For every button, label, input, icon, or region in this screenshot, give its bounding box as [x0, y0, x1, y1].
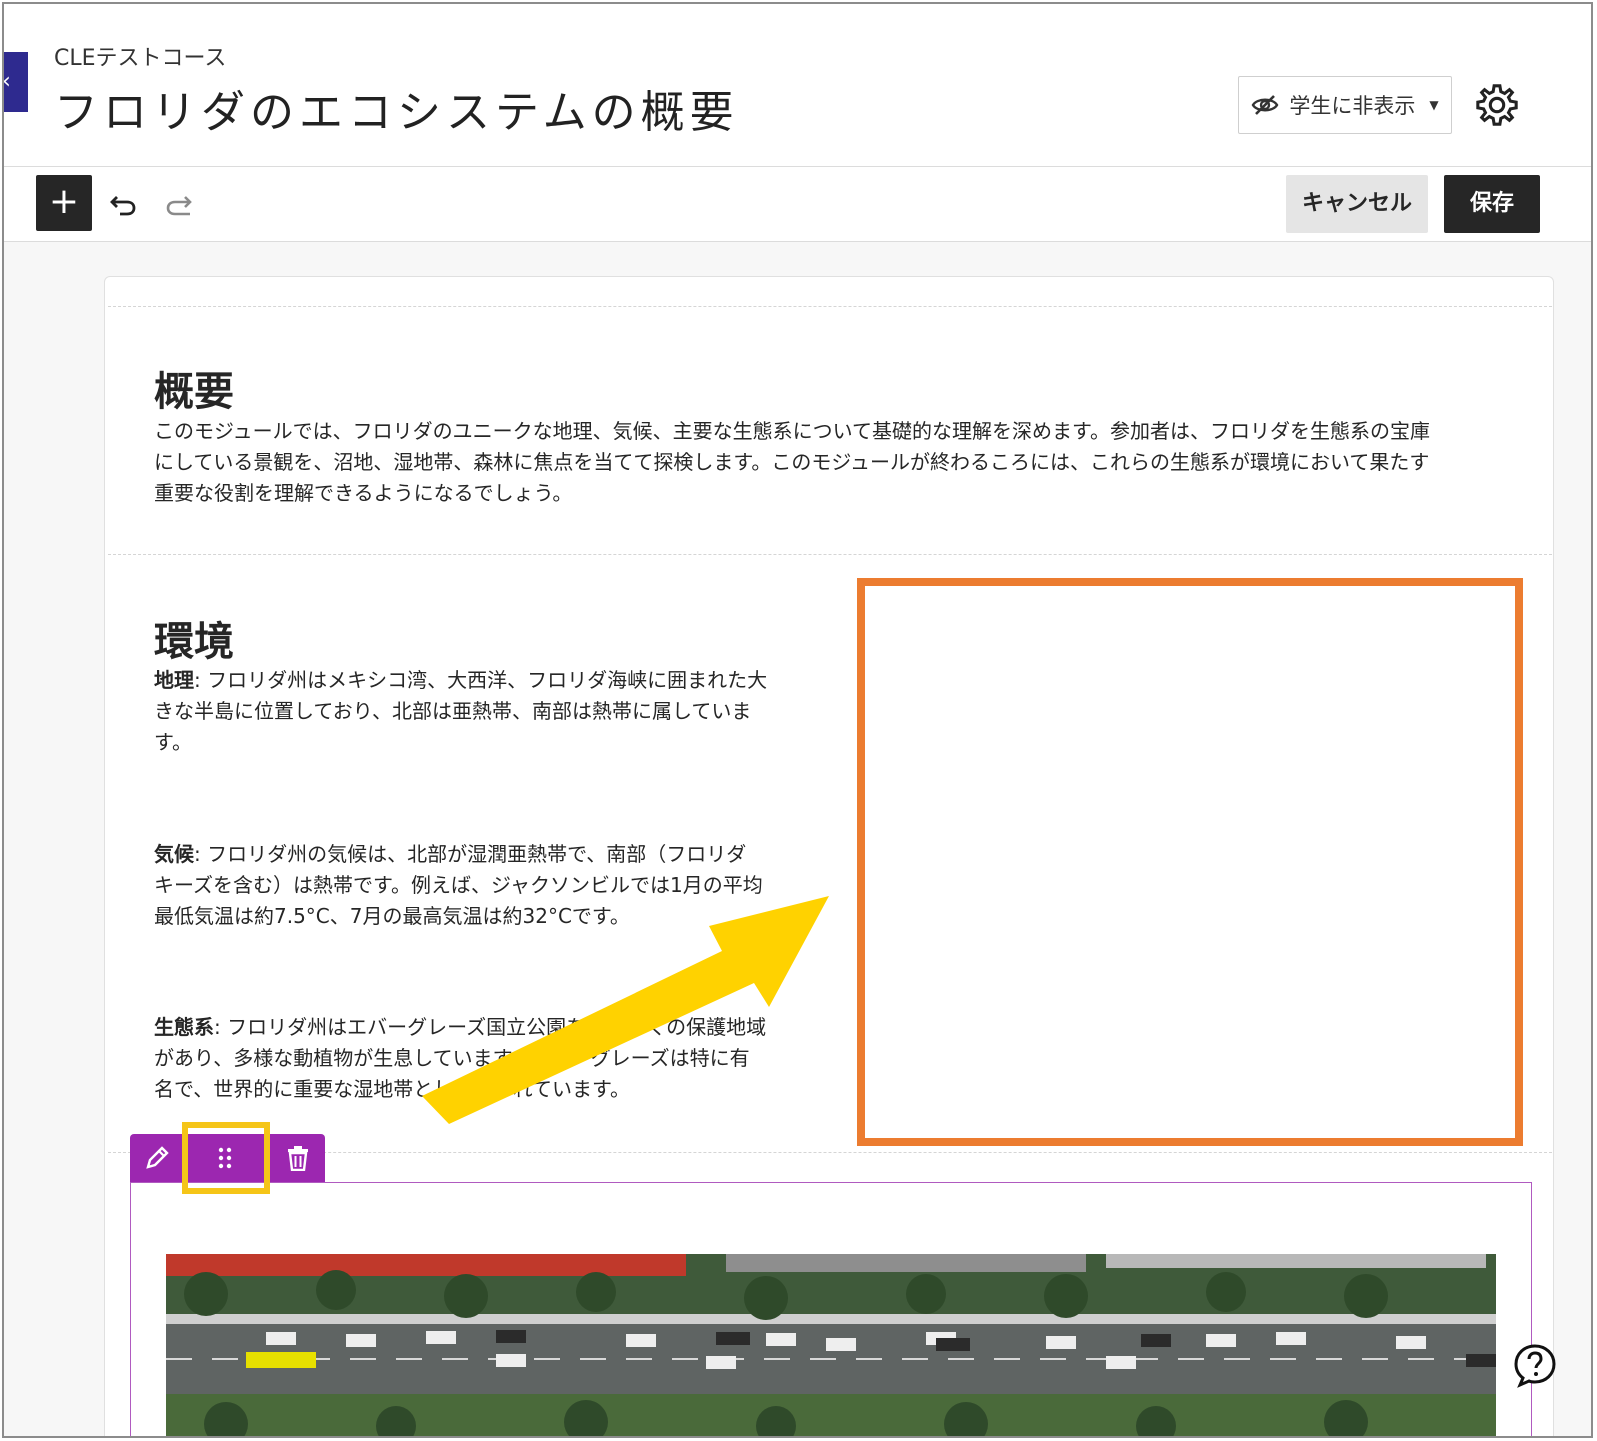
block-divider: [108, 554, 1552, 555]
overview-heading[interactable]: 概要: [154, 359, 234, 417]
edit-block-button[interactable]: [130, 1134, 184, 1182]
geography-line: す。: [154, 730, 192, 754]
ecosystem-term: 生態系: [154, 1015, 214, 1039]
trash-icon: [288, 1146, 308, 1171]
geography-line: きな半島に位置しており、北部は亜熱帯、南部は熱帯に属していま: [154, 699, 752, 723]
overview-line: このモジュールでは、フロリダのユニークな地理、気候、主要な生態系について基礎的な…: [154, 419, 1430, 443]
geography-line: : フロリダ州はメキシコ湾、大西洋、フロリダ海峡に囲まれた大: [194, 668, 768, 692]
climate-line: : フロリダ州の気候は、北部が湿潤亜熱帯で、南部（フロリダ: [194, 842, 747, 866]
gear-icon[interactable]: [1474, 82, 1520, 128]
back-icon[interactable]: ‹: [4, 52, 28, 112]
overview-text[interactable]: このモジュールでは、フロリダのユニークな地理、気候、主要な生態系について基礎的な…: [154, 416, 1514, 509]
app-window: ‹ CLEテストコース フロリダのエコシステムの概要 学生に非表示 ▼ + キャ…: [2, 2, 1593, 1438]
editor-toolbar: + キャンセル 保存: [4, 167, 1591, 241]
page-title[interactable]: フロリダのエコシステムの概要: [54, 76, 739, 140]
visibility-label: 学生に非表示: [1289, 94, 1416, 118]
drag-handle-highlight: [182, 1122, 270, 1194]
eye-slash-icon: [1251, 95, 1279, 115]
add-content-button[interactable]: +: [36, 175, 92, 231]
caret-down-icon: ▼: [1429, 98, 1439, 112]
drop-target-area[interactable]: [857, 578, 1523, 1146]
delete-block-button[interactable]: [271, 1134, 325, 1182]
aerial-street-image: [166, 1254, 1496, 1436]
overview-line: にしている景観を、沼地、湿地帯、森林に焦点を当てて探検します。このモジュールが終…: [154, 450, 1430, 474]
environment-heading[interactable]: 環境: [154, 609, 234, 667]
undo-icon[interactable]: [108, 189, 138, 219]
save-button[interactable]: 保存: [1444, 175, 1540, 233]
climate-term: 気候: [154, 842, 194, 866]
redo-icon[interactable]: [164, 189, 194, 219]
annotation-arrow: [422, 896, 829, 1124]
cancel-button[interactable]: キャンセル: [1286, 175, 1428, 233]
geography-term: 地理: [154, 668, 194, 692]
course-name: CLEテストコース: [54, 46, 227, 71]
visibility-dropdown[interactable]: 学生に非表示 ▼: [1238, 76, 1452, 134]
help-icon[interactable]: [1512, 1342, 1558, 1388]
pencil-icon: [146, 1146, 169, 1169]
block-divider: [108, 306, 1552, 307]
geography-paragraph[interactable]: 地理: フロリダ州はメキシコ湾、大西洋、フロリダ海峡に囲まれた大 きな半島に位置…: [154, 665, 804, 758]
overview-line: 重要な役割を理解できるようになるでしょう。: [154, 481, 573, 505]
